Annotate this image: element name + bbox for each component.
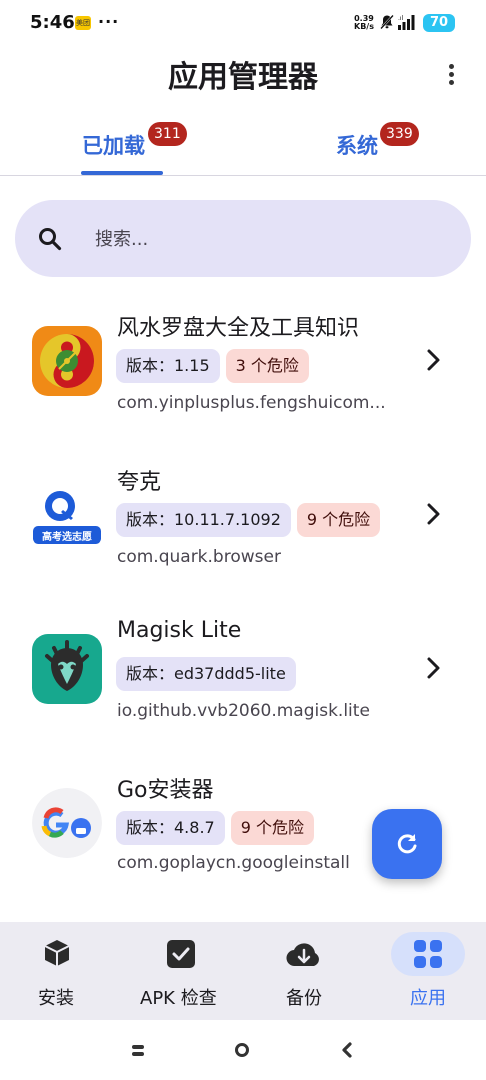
danger-chip: 9 个危险	[230, 811, 314, 845]
danger-chip: 9 个危险	[296, 503, 381, 537]
nav-apk-check[interactable]: APK 检查	[134, 922, 228, 1020]
chevron-right-icon[interactable]	[424, 502, 444, 526]
version-chip: 版本：4.8.7	[116, 811, 225, 845]
app-package-name: io.github.vvb2060.magisk.lite	[117, 701, 370, 721]
nav-install-label: 安装	[38, 988, 74, 1009]
nav-apps[interactable]: 应用	[391, 922, 465, 1020]
chevron-right-icon[interactable]	[424, 656, 444, 680]
refresh-button[interactable]	[372, 809, 442, 879]
package-icon	[44, 940, 70, 966]
network-speed-unit: KB/s	[354, 22, 374, 31]
fengshui-app-icon	[32, 326, 102, 396]
quark-app-icon: 高考选志愿	[32, 480, 102, 550]
bell-off-icon	[380, 14, 394, 30]
app-list-item[interactable]: 高考选志愿 夸克 版本：10.11.7.1092 9 个危险 com.quark.…	[0, 444, 486, 594]
search-icon	[39, 228, 62, 251]
page-title: 应用管理器	[168, 60, 318, 95]
tab-system-count-badge: 339	[380, 122, 419, 146]
system-navigation-bar	[0, 1020, 486, 1080]
app-tags: 版本：1.15 3 个危险	[116, 349, 315, 383]
signal-icon: .ıl	[398, 15, 415, 30]
danger-chip: 3 个危险	[225, 349, 309, 383]
tab-bar: 已加载 311 系统 339	[0, 118, 486, 176]
nav-install[interactable]: 安装	[20, 922, 94, 1020]
tab-selected-indicator	[81, 171, 163, 175]
app-package-name: com.quark.browser	[117, 547, 281, 567]
version-chip: 版本：1.15	[116, 349, 220, 383]
status-time: 5:46	[30, 12, 75, 33]
tab-system[interactable]: 系统 339	[336, 122, 419, 160]
app-name: 夸克	[117, 470, 162, 495]
go-installer-app-icon	[32, 788, 102, 858]
tab-installed-label: 已加载	[82, 134, 145, 158]
app-tags: 版本：4.8.7 9 个危险	[116, 811, 320, 845]
more-vert-icon[interactable]	[440, 62, 462, 92]
home-icon[interactable]	[234, 1042, 250, 1058]
tab-installed-count-badge: 311	[148, 122, 187, 146]
network-speed: 0.39 KB/s	[354, 15, 374, 31]
status-more: ···	[98, 12, 120, 31]
search-input[interactable]	[95, 226, 435, 252]
app-name: Go安装器	[117, 778, 214, 803]
nav-backup-label: 备份	[286, 988, 322, 1009]
app-tags: 版本：ed37ddd5-lite	[116, 657, 302, 691]
check-box-icon	[167, 940, 195, 968]
svg-text:.ıl: .ıl	[398, 15, 404, 22]
tab-system-label: 系统	[336, 134, 378, 158]
bottom-navigation: 安装 APK 检查 备份 应用	[0, 922, 486, 1020]
search-bar[interactable]	[15, 200, 471, 277]
quark-icon-label: 高考选志愿	[42, 532, 92, 543]
version-chip: 版本：ed37ddd5-lite	[116, 657, 296, 691]
status-bar: 5:46 美团 ··· 0.39 KB/s .ıl 70	[0, 0, 486, 46]
meituan-notification-icon: 美团	[75, 16, 91, 30]
app-package-name: com.yinplusplus.fengshuicom...	[117, 393, 386, 413]
app-tags: 版本：10.11.7.1092 9 个危险	[116, 503, 386, 537]
magisk-app-icon	[32, 634, 102, 704]
chevron-right-icon[interactable]	[424, 348, 444, 372]
app-package-name: com.goplaycn.googleinstall	[117, 853, 350, 873]
grid-apps-icon	[414, 940, 442, 968]
cloud-download-icon	[286, 943, 319, 967]
nav-apk-check-label: APK 检查	[140, 988, 217, 1009]
refresh-icon	[397, 834, 417, 854]
app-name: 风水罗盘大全及工具知识	[117, 316, 360, 341]
nav-backup[interactable]: 备份	[267, 922, 341, 1020]
nav-apps-label: 应用	[410, 988, 446, 1009]
app-name: Magisk Lite	[117, 618, 242, 643]
app-list-item[interactable]: 风水罗盘大全及工具知识 版本：1.15 3 个危险 com.yinplusplus…	[0, 290, 486, 440]
recent-apps-icon[interactable]	[130, 1044, 146, 1058]
tab-installed[interactable]: 已加载 311	[82, 122, 187, 160]
battery-level: 70	[423, 14, 455, 32]
version-chip: 版本：10.11.7.1092	[116, 503, 291, 537]
back-icon[interactable]	[340, 1042, 354, 1058]
app-list-item[interactable]: Magisk Lite 版本：ed37ddd5-lite io.github.v…	[0, 598, 486, 748]
